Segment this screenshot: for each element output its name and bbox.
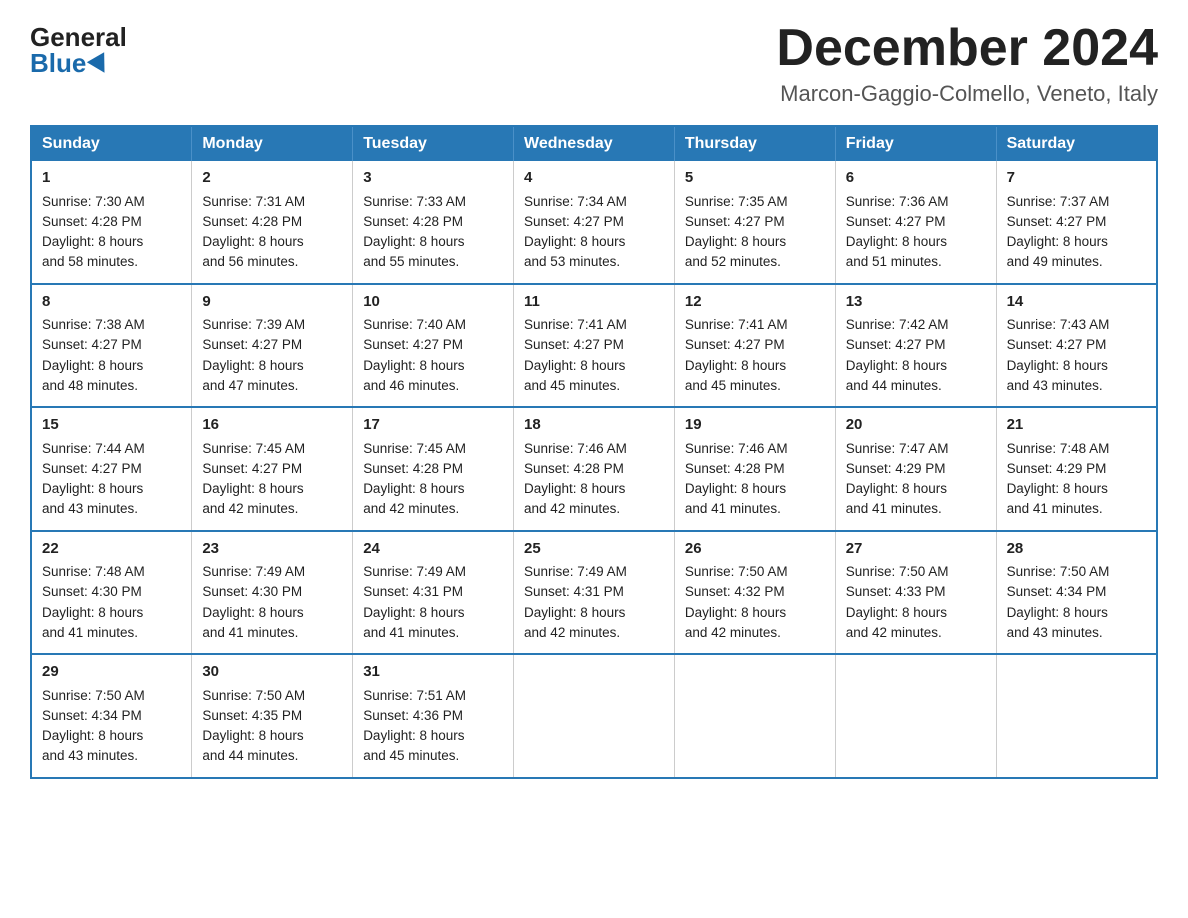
day-headers-row: SundayMondayTuesdayWednesdayThursdayFrid…: [31, 126, 1157, 161]
location-subtitle: Marcon-Gaggio-Colmello, Veneto, Italy: [776, 81, 1158, 107]
calendar-cell: 31Sunrise: 7:51 AMSunset: 4:36 PMDayligh…: [353, 654, 514, 778]
logo: General Blue: [30, 20, 127, 76]
calendar-cell: 11Sunrise: 7:41 AMSunset: 4:27 PMDayligh…: [514, 284, 675, 408]
day-number: 20: [846, 414, 986, 437]
calendar-cell: 12Sunrise: 7:41 AMSunset: 4:27 PMDayligh…: [674, 284, 835, 408]
calendar-cell: 4Sunrise: 7:34 AMSunset: 4:27 PMDaylight…: [514, 161, 675, 284]
day-number: 26: [685, 538, 825, 561]
day-number: 3: [363, 167, 503, 190]
day-number: 19: [685, 414, 825, 437]
calendar-cell: 21Sunrise: 7:48 AMSunset: 4:29 PMDayligh…: [996, 407, 1157, 531]
calendar-title-area: December 2024 Marcon-Gaggio-Colmello, Ve…: [776, 20, 1158, 107]
calendar-table: SundayMondayTuesdayWednesdayThursdayFrid…: [30, 125, 1158, 779]
day-number: 31: [363, 661, 503, 684]
day-number: 14: [1007, 291, 1146, 314]
day-number: 10: [363, 291, 503, 314]
calendar-cell: 6Sunrise: 7:36 AMSunset: 4:27 PMDaylight…: [835, 161, 996, 284]
day-number: 27: [846, 538, 986, 561]
calendar-cell: 13Sunrise: 7:42 AMSunset: 4:27 PMDayligh…: [835, 284, 996, 408]
col-header-thursday: Thursday: [674, 126, 835, 161]
calendar-cell: 7Sunrise: 7:37 AMSunset: 4:27 PMDaylight…: [996, 161, 1157, 284]
calendar-cell: 22Sunrise: 7:48 AMSunset: 4:30 PMDayligh…: [31, 531, 192, 655]
day-number: 15: [42, 414, 181, 437]
day-number: 28: [1007, 538, 1146, 561]
day-number: 11: [524, 291, 664, 314]
calendar-week-row: 22Sunrise: 7:48 AMSunset: 4:30 PMDayligh…: [31, 531, 1157, 655]
col-header-tuesday: Tuesday: [353, 126, 514, 161]
calendar-week-row: 8Sunrise: 7:38 AMSunset: 4:27 PMDaylight…: [31, 284, 1157, 408]
day-number: 29: [42, 661, 181, 684]
calendar-cell: 14Sunrise: 7:43 AMSunset: 4:27 PMDayligh…: [996, 284, 1157, 408]
calendar-cell: 17Sunrise: 7:45 AMSunset: 4:28 PMDayligh…: [353, 407, 514, 531]
day-number: 23: [202, 538, 342, 561]
calendar-cell: [674, 654, 835, 778]
day-number: 5: [685, 167, 825, 190]
calendar-cell: [996, 654, 1157, 778]
calendar-cell: 18Sunrise: 7:46 AMSunset: 4:28 PMDayligh…: [514, 407, 675, 531]
logo-blue-text: Blue: [30, 50, 110, 76]
col-header-friday: Friday: [835, 126, 996, 161]
col-header-saturday: Saturday: [996, 126, 1157, 161]
calendar-cell: 23Sunrise: 7:49 AMSunset: 4:30 PMDayligh…: [192, 531, 353, 655]
calendar-cell: [514, 654, 675, 778]
calendar-week-row: 29Sunrise: 7:50 AMSunset: 4:34 PMDayligh…: [31, 654, 1157, 778]
col-header-monday: Monday: [192, 126, 353, 161]
calendar-cell: 15Sunrise: 7:44 AMSunset: 4:27 PMDayligh…: [31, 407, 192, 531]
col-header-sunday: Sunday: [31, 126, 192, 161]
calendar-cell: 25Sunrise: 7:49 AMSunset: 4:31 PMDayligh…: [514, 531, 675, 655]
col-header-wednesday: Wednesday: [514, 126, 675, 161]
day-number: 18: [524, 414, 664, 437]
calendar-cell: 20Sunrise: 7:47 AMSunset: 4:29 PMDayligh…: [835, 407, 996, 531]
day-number: 9: [202, 291, 342, 314]
calendar-cell: 8Sunrise: 7:38 AMSunset: 4:27 PMDaylight…: [31, 284, 192, 408]
day-number: 21: [1007, 414, 1146, 437]
calendar-cell: 1Sunrise: 7:30 AMSunset: 4:28 PMDaylight…: [31, 161, 192, 284]
calendar-cell: 3Sunrise: 7:33 AMSunset: 4:28 PMDaylight…: [353, 161, 514, 284]
calendar-cell: 9Sunrise: 7:39 AMSunset: 4:27 PMDaylight…: [192, 284, 353, 408]
calendar-cell: 26Sunrise: 7:50 AMSunset: 4:32 PMDayligh…: [674, 531, 835, 655]
logo-general-text: General: [30, 24, 127, 50]
calendar-cell: 16Sunrise: 7:45 AMSunset: 4:27 PMDayligh…: [192, 407, 353, 531]
calendar-week-row: 1Sunrise: 7:30 AMSunset: 4:28 PMDaylight…: [31, 161, 1157, 284]
calendar-cell: 5Sunrise: 7:35 AMSunset: 4:27 PMDaylight…: [674, 161, 835, 284]
day-number: 4: [524, 167, 664, 190]
day-number: 8: [42, 291, 181, 314]
calendar-cell: [835, 654, 996, 778]
page-header: General Blue December 2024 Marcon-Gaggio…: [30, 20, 1158, 107]
calendar-cell: 19Sunrise: 7:46 AMSunset: 4:28 PMDayligh…: [674, 407, 835, 531]
logo-triangle-icon: [87, 52, 113, 78]
calendar-cell: 29Sunrise: 7:50 AMSunset: 4:34 PMDayligh…: [31, 654, 192, 778]
calendar-cell: 30Sunrise: 7:50 AMSunset: 4:35 PMDayligh…: [192, 654, 353, 778]
day-number: 30: [202, 661, 342, 684]
calendar-cell: 2Sunrise: 7:31 AMSunset: 4:28 PMDaylight…: [192, 161, 353, 284]
day-number: 2: [202, 167, 342, 190]
day-number: 25: [524, 538, 664, 561]
day-number: 13: [846, 291, 986, 314]
calendar-cell: 10Sunrise: 7:40 AMSunset: 4:27 PMDayligh…: [353, 284, 514, 408]
day-number: 16: [202, 414, 342, 437]
day-number: 17: [363, 414, 503, 437]
month-year-title: December 2024: [776, 20, 1158, 77]
calendar-cell: 28Sunrise: 7:50 AMSunset: 4:34 PMDayligh…: [996, 531, 1157, 655]
day-number: 1: [42, 167, 181, 190]
calendar-cell: 27Sunrise: 7:50 AMSunset: 4:33 PMDayligh…: [835, 531, 996, 655]
day-number: 7: [1007, 167, 1146, 190]
calendar-cell: 24Sunrise: 7:49 AMSunset: 4:31 PMDayligh…: [353, 531, 514, 655]
calendar-week-row: 15Sunrise: 7:44 AMSunset: 4:27 PMDayligh…: [31, 407, 1157, 531]
day-number: 6: [846, 167, 986, 190]
day-number: 12: [685, 291, 825, 314]
day-number: 22: [42, 538, 181, 561]
day-number: 24: [363, 538, 503, 561]
